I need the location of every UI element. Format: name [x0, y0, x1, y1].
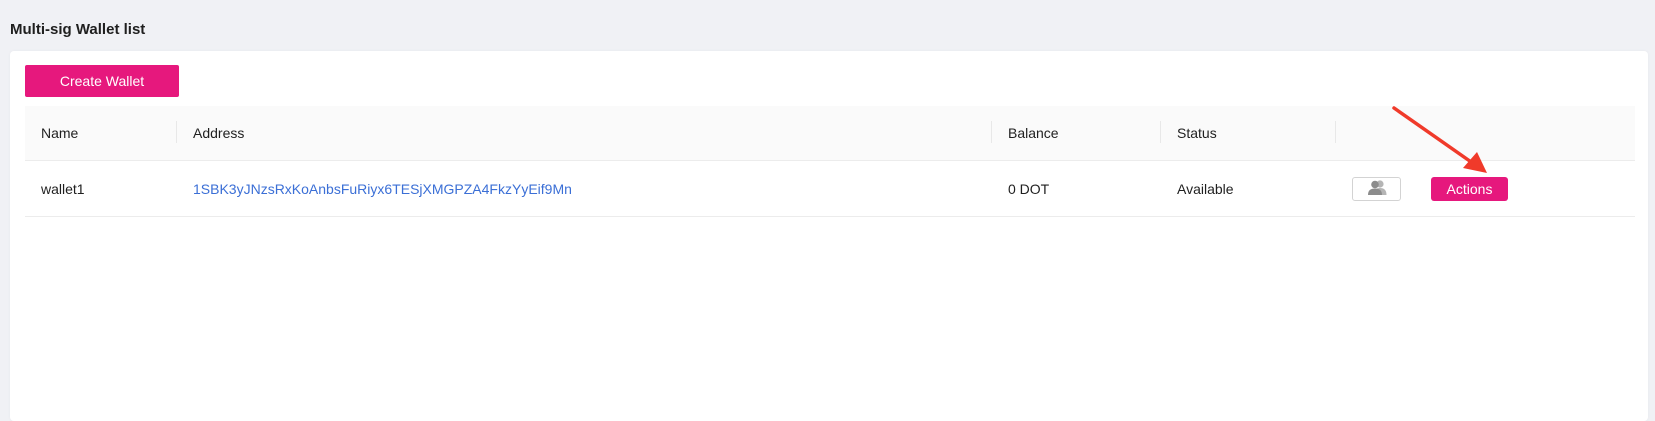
column-header-address: Address	[177, 121, 992, 143]
wallet-address[interactable]: 1SBK3yJNzsRxKoAnbsFuRiyx6TESjXMGPZA4FkzY…	[193, 181, 572, 197]
row-actions: Actions	[1336, 176, 1635, 201]
wallet-balance: 0 DOT	[1008, 180, 1050, 197]
page-title: Multi-sig Wallet list	[10, 21, 146, 38]
create-wallet-button[interactable]: Create Wallet	[25, 65, 179, 97]
column-header-name: Name	[25, 121, 177, 143]
actions-button[interactable]: Actions	[1431, 176, 1508, 201]
column-header-balance: Balance	[992, 121, 1161, 143]
wallet-address-link[interactable]: 1SBK3yJNzsRxKoAnbsFuRiyx6TESjXMGPZA4FkzY…	[177, 181, 992, 197]
table-header: Name Address Balance Status	[25, 106, 1635, 161]
column-header-status: Status	[1161, 121, 1336, 143]
members-button[interactable]	[1352, 176, 1401, 201]
wallet-status: Available	[1177, 180, 1234, 197]
users-icon	[1367, 179, 1387, 198]
table-row: wallet1 1SBK3yJNzsRxKoAnbsFuRiyx6TESjXMG…	[25, 161, 1635, 217]
wallet-name: wallet1	[41, 180, 85, 197]
wallet-list-card: Create Wallet Name Address Balance Statu…	[10, 51, 1648, 421]
wallet-table: Name Address Balance Status wallet1 1SBK…	[25, 106, 1635, 217]
